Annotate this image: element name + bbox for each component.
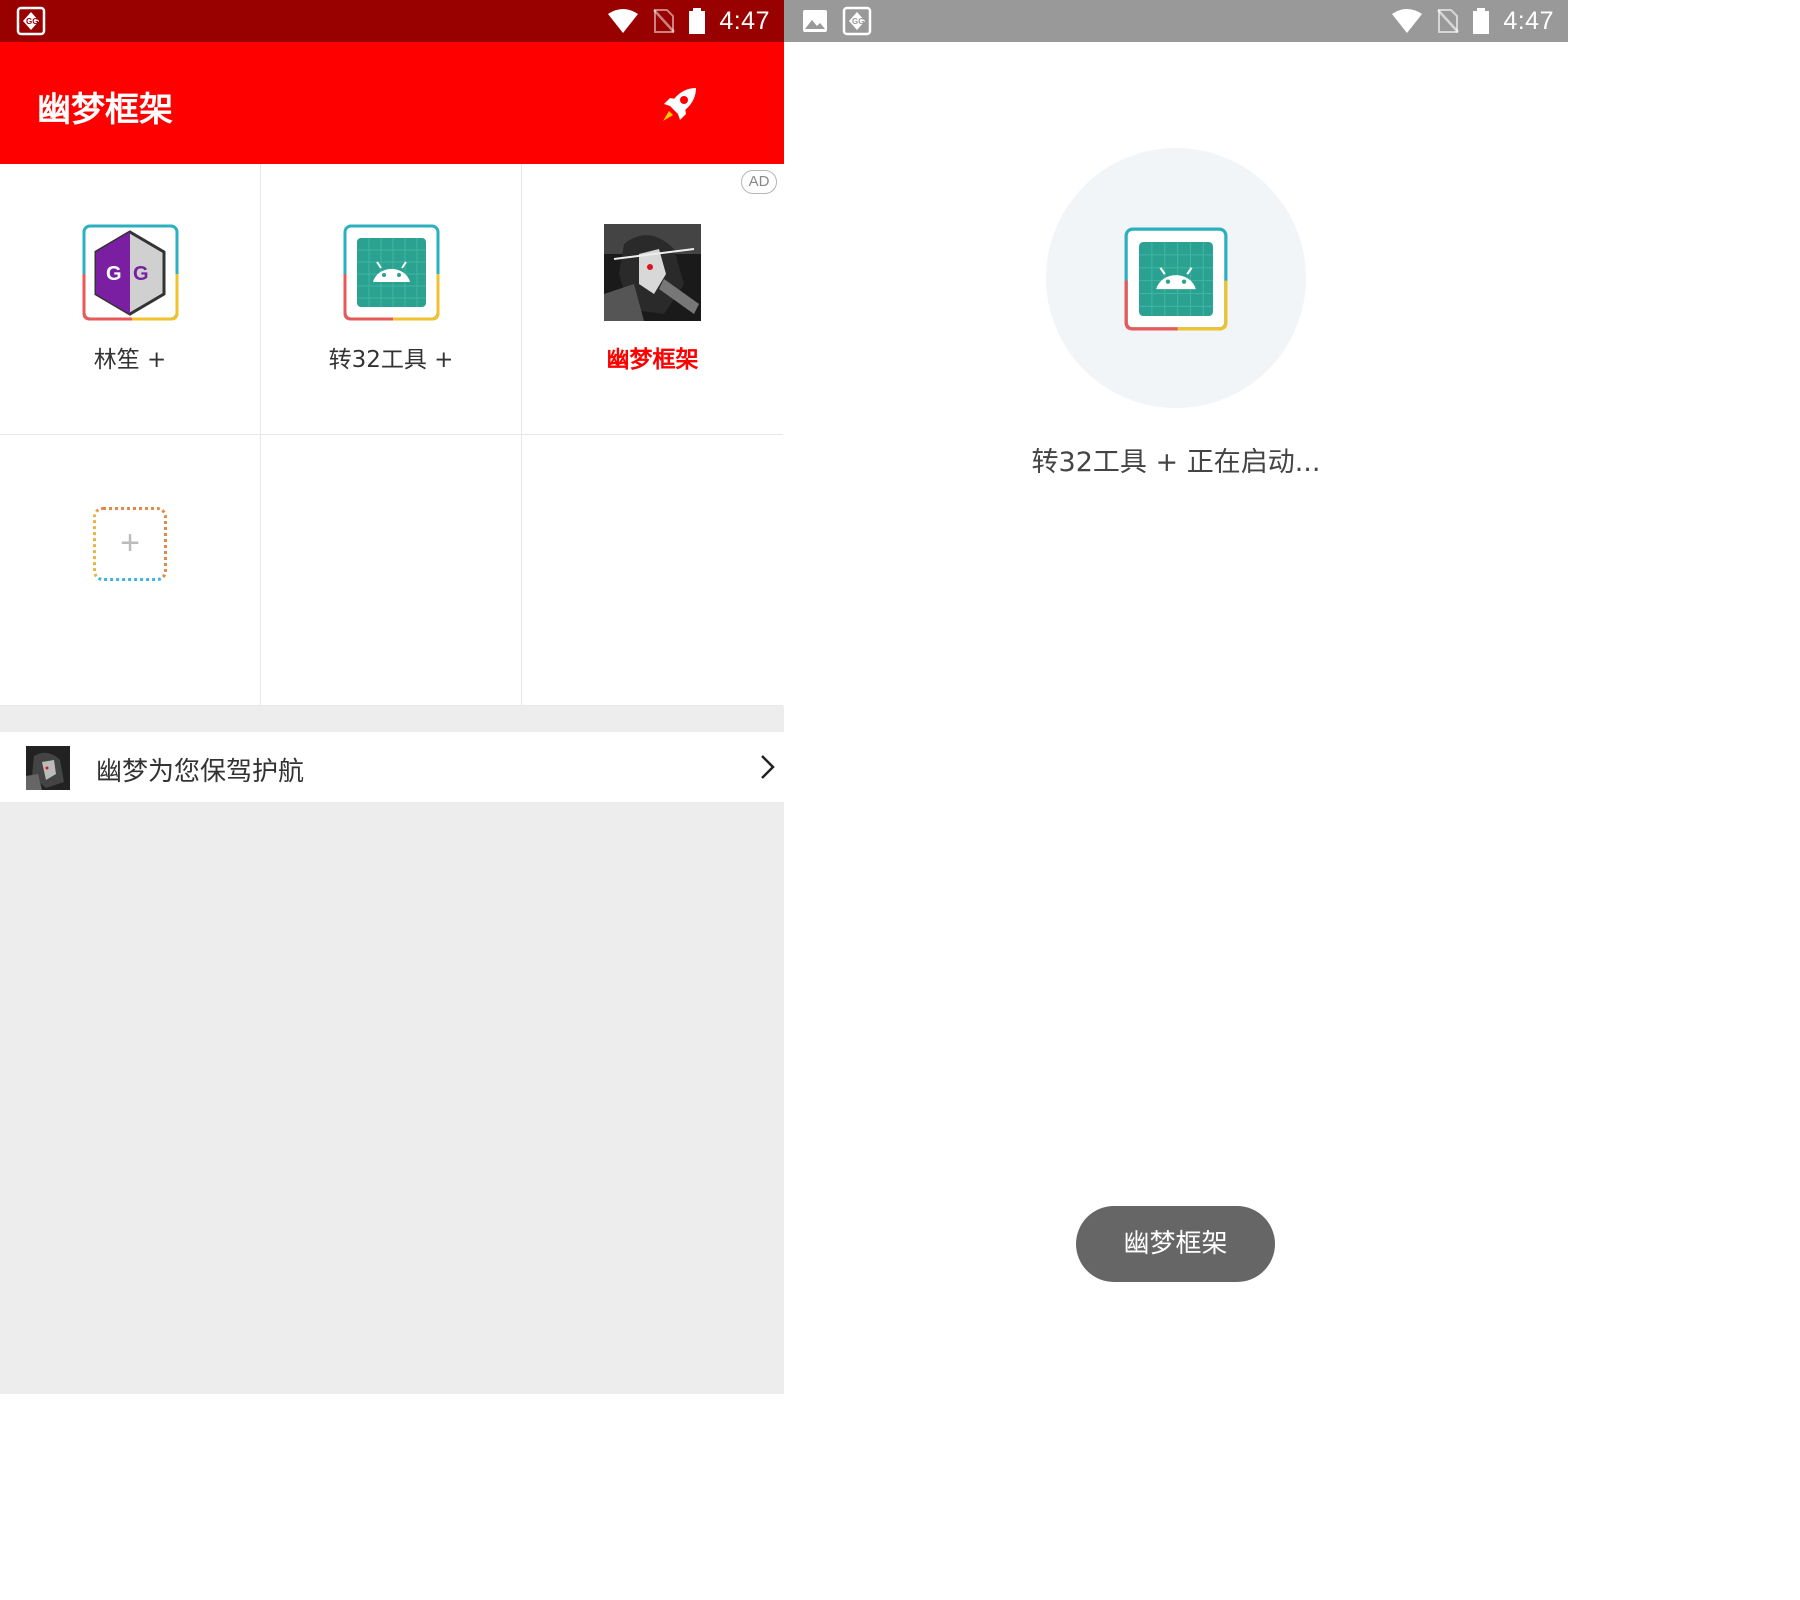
gg-notification-icon: GG [16, 6, 46, 36]
empty-tile [261, 435, 522, 706]
app-grid: G G 林笙 + 转32工具 + AD 幽梦框架 + [0, 164, 784, 706]
wifi-icon [608, 9, 639, 33]
status-bar: GG 4:47 [0, 0, 784, 42]
plus-icon: + [120, 524, 140, 562]
gg-notification-icon: GG [842, 6, 872, 36]
android-app-icon [1124, 227, 1228, 331]
app-label: 转32工具 + [328, 347, 454, 373]
svg-text:G: G [133, 263, 149, 285]
game-guardian-icon: G G [82, 224, 179, 321]
wifi-icon [1392, 9, 1423, 33]
svg-text:GG: GG [852, 17, 864, 26]
launcher-screen: GG 4:47 幽梦框架 G G 林笙 + 转32工具 + AD 幽梦框架 + … [0, 0, 784, 1394]
image-notification-icon [803, 10, 827, 32]
svg-text:GG: GG [26, 17, 38, 26]
app-tile-youmeng-ad[interactable]: AD 幽梦框架 [522, 164, 783, 435]
launching-text: 转32工具 + 正在启动... [1031, 447, 1321, 478]
app-label: 林笙 + [93, 347, 167, 373]
battery-icon [1473, 8, 1490, 34]
no-sim-icon [653, 9, 676, 33]
chevron-right-icon [761, 755, 775, 779]
thumbnail-icon [26, 746, 70, 790]
app-title: 幽梦框架 [37, 90, 173, 130]
anime-character-icon [604, 224, 701, 321]
status-time: 4:47 [1503, 6, 1554, 35]
battery-icon [689, 8, 706, 34]
empty-tile [522, 435, 783, 706]
rocket-icon[interactable] [658, 84, 700, 126]
svg-text:G: G [106, 263, 122, 285]
app-label: 幽梦框架 [606, 347, 699, 373]
add-app-tile[interactable]: + [0, 435, 261, 706]
toast-message: 幽梦框架 [1076, 1206, 1275, 1282]
notice-row[interactable]: 幽梦为您保驾护航 [0, 732, 784, 802]
notice-text: 幽梦为您保驾护航 [96, 757, 305, 787]
ad-badge: AD [741, 170, 777, 194]
app-tile-32bit-tool[interactable]: 转32工具 + [261, 164, 522, 435]
status-time: 4:47 [719, 6, 770, 35]
splash-screen: GG 4:47 转32工具 + 正在启动... 幽梦框架 [784, 0, 1568, 1394]
add-app-icon[interactable]: + [93, 507, 167, 581]
android-app-icon [343, 224, 440, 321]
no-sim-icon [1437, 9, 1460, 33]
status-bar: GG 4:47 [784, 0, 1568, 42]
app-tile-linsheng[interactable]: G G 林笙 + [0, 164, 261, 435]
